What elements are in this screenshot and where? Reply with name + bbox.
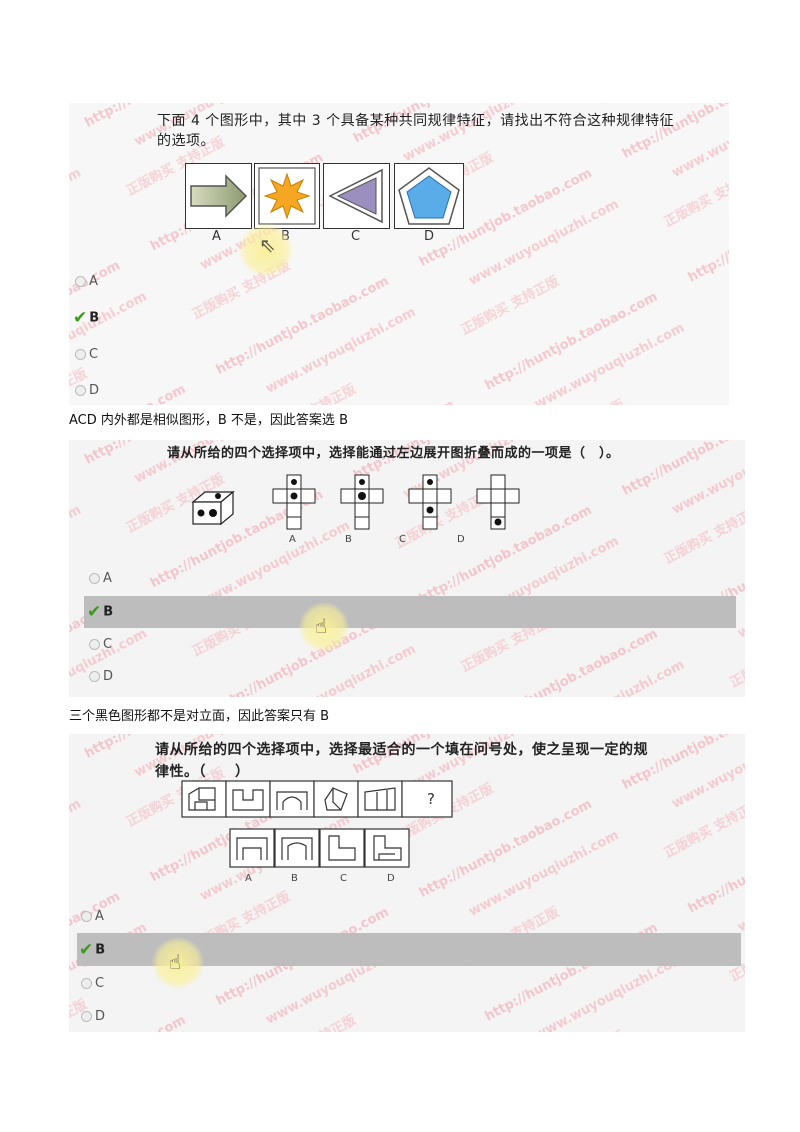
hand-cursor-icon: ☝ <box>169 950 182 974</box>
figure-a <box>185 163 252 229</box>
figure-d <box>394 163 464 229</box>
question-1-text-cont: 的选项。 <box>157 133 215 149</box>
figure-c <box>323 163 390 229</box>
option-b[interactable]: ✔ B <box>79 940 105 960</box>
question-1-screenshot: 下面 4 个图形中，其中 3 个具备某种共同规律特征，请找出不符合这种规律特征 … <box>69 103 729 405</box>
figure-label-a: A <box>212 229 221 244</box>
option-b[interactable]: ✔ B <box>87 602 113 622</box>
answer-figures <box>229 828 410 868</box>
question-3-text-cont: 律性。（ ） <box>155 764 250 780</box>
figure-label-c: C <box>399 534 406 545</box>
figure-label-a: A <box>245 873 252 884</box>
arrow-cursor-icon: ⇖ <box>259 233 276 257</box>
sequence-figures <box>181 780 453 818</box>
figure-label-d: D <box>424 229 435 244</box>
option-d[interactable]: D <box>81 1007 105 1027</box>
option-c[interactable]: C <box>81 974 104 994</box>
question-3-text: 请从所给的四个选择项中，选择最适合的一个填在问号处，使之呈现一定的规 <box>155 742 648 758</box>
question-2-text: 请从所给的四个选择项中，选择能通过左边展开图折叠而成的一项是（ ）。 <box>167 446 620 461</box>
cube-figure <box>191 490 235 526</box>
question-2-screenshot: 请从所给的四个选择项中，选择能通过左边展开图折叠而成的一项是（ ）。 A B C… <box>69 440 745 697</box>
checkmark-icon: ✔ <box>73 308 88 328</box>
option-c[interactable]: C <box>75 345 98 365</box>
radio-icon[interactable] <box>75 276 86 287</box>
radio-icon[interactable] <box>75 349 86 360</box>
figure-b <box>254 163 320 229</box>
question-mark: ? <box>427 790 435 808</box>
pentagon-shape <box>398 167 460 225</box>
figure-label-a: A <box>289 534 296 545</box>
question-3-screenshot: 请从所给的四个选择项中，选择最适合的一个填在问号处，使之呈现一定的规 律性。（ … <box>69 734 745 1032</box>
radio-icon[interactable] <box>81 978 92 989</box>
figure-label-d: D <box>387 873 395 884</box>
explanation-1: ACD 内外都是相似图形，B 不是，因此答案选 B <box>69 413 348 428</box>
checkmark-icon: ✔ <box>87 602 102 622</box>
hand-cursor-icon: ☝ <box>315 614 328 638</box>
question-1-text: 下面 4 个图形中，其中 3 个具备某种共同规律特征，请找出不符合这种规律特征 <box>157 113 675 129</box>
option-a[interactable]: A <box>75 272 98 292</box>
explanation-2: 三个黑色图形都不是对立面，因此答案只有 B <box>69 709 330 724</box>
figure-label-b: B <box>291 873 298 884</box>
checkmark-icon: ✔ <box>79 940 94 960</box>
selected-row-highlight <box>84 596 736 628</box>
radio-icon[interactable] <box>81 911 92 922</box>
figure-label-c: C <box>351 229 361 244</box>
net-figures <box>272 474 520 530</box>
radio-icon[interactable] <box>89 639 100 650</box>
radio-icon[interactable] <box>81 1011 92 1022</box>
figure-label-c: C <box>340 873 347 884</box>
figure-label-d: D <box>457 534 465 545</box>
option-b[interactable]: ✔ B <box>73 308 99 328</box>
option-a[interactable]: A <box>89 569 112 589</box>
arrow-shape <box>190 174 248 218</box>
option-d[interactable]: D <box>75 381 99 401</box>
radio-icon[interactable] <box>89 671 100 682</box>
figure-label-b: B <box>345 534 352 545</box>
option-c[interactable]: C <box>89 635 112 655</box>
option-d[interactable]: D <box>89 667 113 687</box>
radio-icon[interactable] <box>75 385 86 396</box>
star-shape <box>258 167 316 225</box>
radio-icon[interactable] <box>89 573 100 584</box>
option-a[interactable]: A <box>81 907 104 927</box>
triangle-shape <box>328 168 383 224</box>
